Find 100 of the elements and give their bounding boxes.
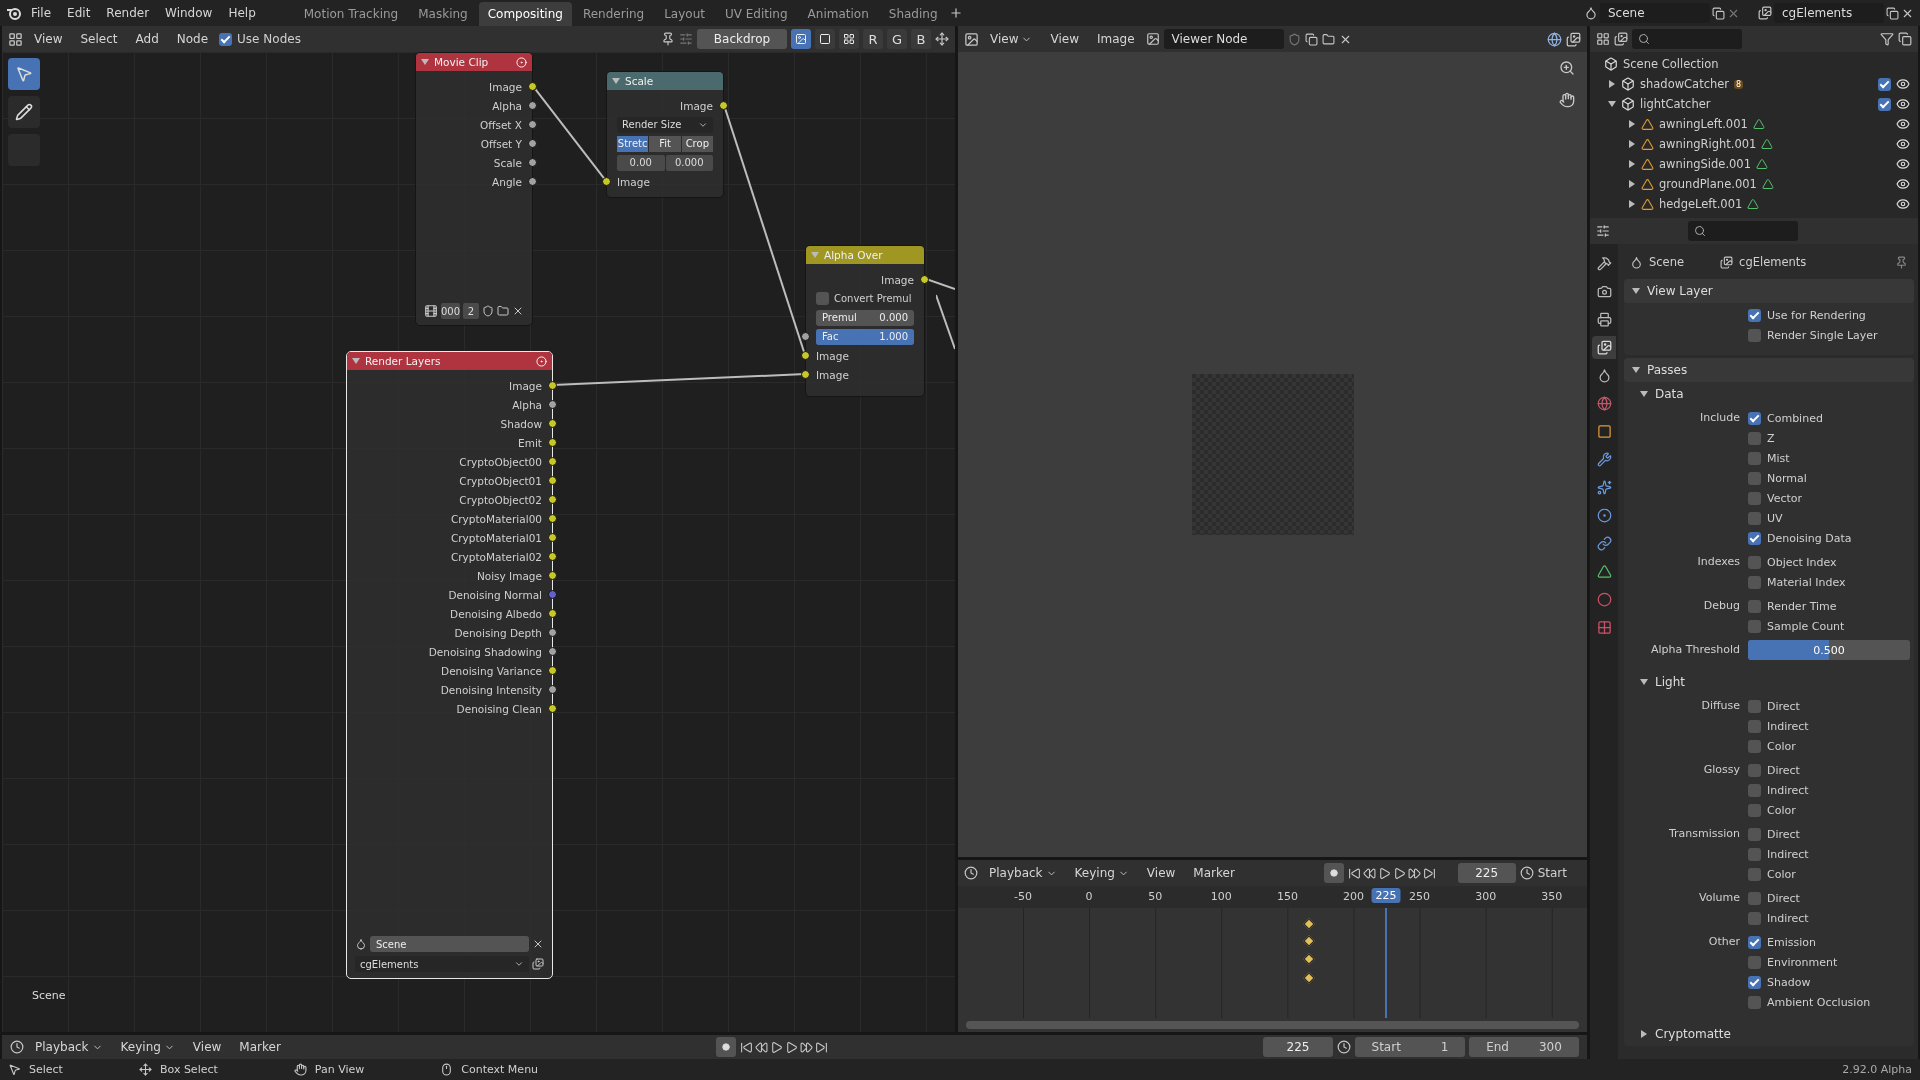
stopwatch-icon[interactable]: [1337, 1040, 1351, 1054]
number-field[interactable]: Premul 0.000: [816, 309, 914, 326]
checkbox[interactable]: [1748, 699, 1761, 713]
socket-icon[interactable]: [548, 609, 557, 618]
checkbox[interactable]: [1748, 411, 1761, 425]
keyframe-icon[interactable]: [1303, 972, 1315, 984]
segment-button[interactable]: Fit: [649, 135, 681, 152]
properties-tab[interactable]: [1592, 336, 1616, 359]
eye-icon[interactable]: [1896, 117, 1910, 131]
clip-frame-field[interactable]: 000: [441, 303, 461, 319]
channel-button[interactable]: [839, 29, 859, 49]
outliner-row[interactable]: shadowCatcher 8: [1590, 74, 1918, 94]
node-canvas[interactable]: [2, 52, 955, 1032]
checkbox[interactable]: [1748, 555, 1761, 569]
workspace-tab[interactable]: Masking: [409, 2, 477, 26]
previous-keyframe-icon[interactable]: [1362, 866, 1376, 880]
eye-icon[interactable]: [1896, 157, 1910, 171]
view-layer-field[interactable]: cgElements: [1774, 3, 1884, 23]
checkbox[interactable]: [1748, 955, 1761, 969]
clock-icon[interactable]: [964, 866, 978, 880]
checkbox[interactable]: [1748, 891, 1761, 905]
menu-item[interactable]: View: [1043, 28, 1086, 50]
socket-icon[interactable]: [548, 685, 557, 694]
expand-arrow-icon[interactable]: [1608, 101, 1616, 107]
socket-icon[interactable]: [548, 438, 557, 447]
socket-icon[interactable]: [801, 351, 810, 360]
outliner-row[interactable]: awningRight.001: [1590, 134, 1918, 154]
checkbox[interactable]: [816, 292, 829, 305]
expand-arrow-icon[interactable]: [1640, 679, 1648, 685]
socket-icon[interactable]: [548, 533, 557, 542]
workspace-tab[interactable]: Animation: [798, 2, 878, 26]
menu-item[interactable]: Select: [73, 28, 125, 50]
pin-icon[interactable]: [661, 32, 675, 46]
workspace-tab[interactable]: Layout: [655, 2, 714, 26]
folder-icon[interactable]: [1321, 32, 1335, 46]
view-mode-dropdown[interactable]: View: [983, 28, 1040, 50]
outliner-row[interactable]: awningLeft.001: [1590, 114, 1918, 134]
jump-start-icon[interactable]: [739, 1040, 753, 1054]
current-frame-badge[interactable]: 225: [1371, 888, 1401, 903]
socket-icon[interactable]: [528, 82, 537, 91]
socket-icon[interactable]: [548, 628, 557, 637]
expand-arrow-icon[interactable]: [1641, 1030, 1647, 1038]
checkbox[interactable]: [1748, 511, 1761, 525]
checkbox[interactable]: [1748, 599, 1761, 613]
workspace-tab[interactable]: Motion Tracking: [294, 2, 408, 26]
record-button[interactable]: [1323, 863, 1344, 883]
checkbox[interactable]: [1748, 847, 1761, 861]
expand-arrow-icon[interactable]: [1632, 367, 1640, 373]
fac-slider[interactable]: Fac 1.000: [816, 328, 914, 345]
checkbox[interactable]: [1748, 995, 1761, 1009]
menu-item[interactable]: View: [27, 28, 70, 50]
jump-end-icon[interactable]: [1422, 866, 1436, 880]
socket-icon[interactable]: [528, 177, 537, 186]
close-icon[interactable]: [512, 305, 524, 317]
socket-icon[interactable]: [528, 101, 537, 110]
hand-icon[interactable]: [1559, 92, 1575, 108]
menu-item[interactable]: View: [1139, 862, 1183, 884]
editor-type-icon[interactable]: [1596, 224, 1610, 238]
subpanel-header[interactable]: Light: [1624, 670, 1914, 694]
outliner-row[interactable]: lightCatcher: [1590, 94, 1918, 114]
expand-arrow-icon[interactable]: [1629, 140, 1635, 148]
channel-button[interactable]: G: [887, 29, 907, 49]
scrollbar[interactable]: [966, 1021, 1579, 1029]
checkbox[interactable]: [1748, 763, 1761, 777]
checkbox[interactable]: [219, 32, 233, 46]
search-field[interactable]: [1632, 29, 1742, 49]
logo-icon[interactable]: [6, 5, 22, 21]
close-icon[interactable]: [532, 938, 544, 950]
jump-end-icon[interactable]: [814, 1040, 828, 1054]
image-icon[interactable]: [1145, 32, 1160, 46]
scene-icon[interactable]: [1584, 6, 1598, 20]
move-icon[interactable]: [935, 32, 949, 46]
layer-dropdown[interactable]: cgElements: [355, 956, 529, 972]
eye-icon[interactable]: [1896, 137, 1910, 151]
node-header[interactable]: Movie Clip: [416, 53, 532, 71]
end-frame-field[interactable]: End 300: [1469, 1037, 1579, 1057]
checkbox[interactable]: [1748, 719, 1761, 733]
checkbox[interactable]: [1748, 827, 1761, 841]
eye-icon[interactable]: [1896, 177, 1910, 191]
workspace-tab[interactable]: Shading: [879, 2, 947, 26]
socket-icon[interactable]: [548, 476, 557, 485]
socket-icon[interactable]: [801, 332, 810, 341]
subpanel-header[interactable]: Cryptomatte: [1624, 1022, 1914, 1046]
menu-item[interactable]: Help: [221, 2, 263, 24]
filter-icon[interactable]: [1880, 32, 1894, 46]
checkbox[interactable]: [1748, 803, 1761, 817]
checkbox[interactable]: [1748, 739, 1761, 753]
collapse-arrow-icon[interactable]: [612, 78, 620, 84]
menu-item[interactable]: Playback: [982, 862, 1064, 884]
expand-arrow-icon[interactable]: [1629, 200, 1635, 208]
checkbox[interactable]: [1748, 431, 1761, 445]
socket-icon[interactable]: [548, 381, 557, 390]
play-reverse-icon[interactable]: [769, 1040, 783, 1054]
search-field[interactable]: [1688, 221, 1798, 241]
menu-item[interactable]: Node: [169, 28, 216, 50]
channel-button[interactable]: R: [863, 29, 883, 49]
menu-item[interactable]: Marker: [232, 1036, 288, 1058]
expand-arrow-icon[interactable]: [1629, 180, 1635, 188]
node-header[interactable]: Render Layers: [347, 352, 552, 370]
menu-item[interactable]: Keying: [1067, 862, 1136, 884]
